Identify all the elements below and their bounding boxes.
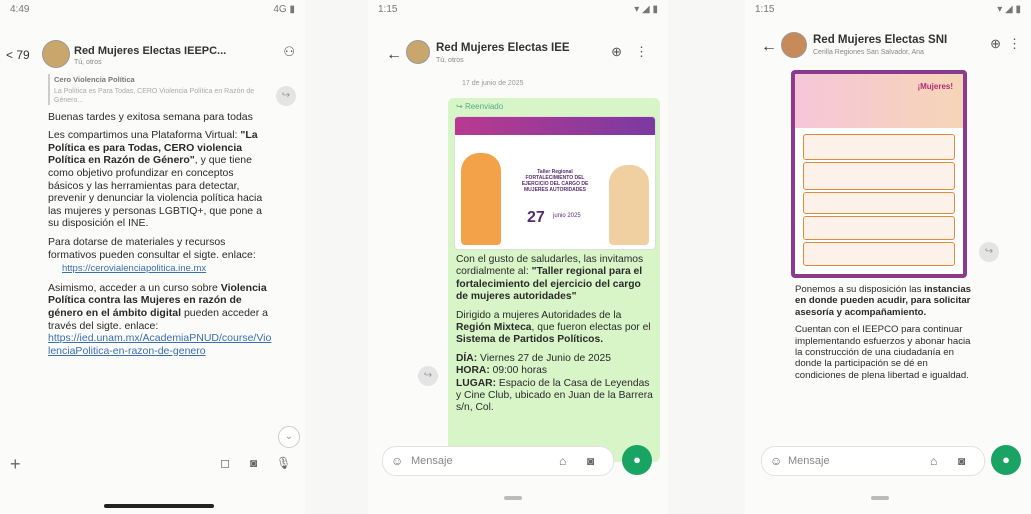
add-attachment-icon[interactable]: +: [10, 454, 21, 475]
message-bubble[interactable]: Cero Violencia Política La Política es P…: [48, 74, 272, 363]
more-options-icon[interactable]: ⋮: [635, 44, 648, 60]
back-arrow-icon[interactable]: ←: [761, 38, 777, 56]
chat-title[interactable]: Red Mujeres Electas IEEPC...: [74, 45, 226, 57]
status-icons: ▾ ◢ ▮: [997, 4, 1021, 15]
status-bar: 4:49 4G ▮: [10, 4, 295, 18]
camera-icon[interactable]: ◙: [958, 454, 965, 468]
quoted-title: Cero Violencia Política: [54, 75, 135, 84]
message-bubble[interactable]: ↪ Reenviado Taller Regional FORTALECIMIE…: [448, 98, 660, 462]
emoji-icon[interactable]: ☺: [391, 454, 403, 468]
poster-girl-left: [461, 153, 501, 245]
add-participant-icon[interactable]: ⊕: [611, 44, 622, 60]
message-text[interactable]: Ponemos a su disposición las instancias …: [795, 284, 971, 387]
home-indicator: [104, 504, 214, 508]
attach-icon[interactable]: ⌂: [930, 454, 937, 468]
message-text: Con el gusto de saludarles, las invitamo…: [456, 254, 654, 415]
group-avatar[interactable]: [42, 40, 70, 68]
chat-screen-3: 1:15 ▾ ◢ ▮ ← Red Mujeres Electas SNI Cer…: [745, 0, 1031, 514]
message-input[interactable]: ☺ Mensaje ⌂ ◙: [382, 446, 614, 476]
link-2[interactable]: https://ied.unam.mx/AcademiaPNUD/course/…: [48, 332, 271, 357]
event-poster-image[interactable]: Taller Regional FORTALECIMIENTO DEL EJER…: [454, 116, 656, 250]
status-bar: 1:15 ▾ ◢ ▮: [378, 4, 658, 18]
home-indicator: [504, 496, 522, 500]
poster-row: [803, 242, 955, 266]
more-options-icon[interactable]: ⋮: [1008, 36, 1021, 52]
date-chip: 17 de junio de 2025: [462, 80, 524, 87]
status-bar: 1:15 ▾ ◢ ▮: [755, 4, 1021, 18]
paragraph-1: Ponemos a su disposición las instancias …: [795, 284, 971, 318]
chat-subtitle: Tú, otros: [436, 57, 464, 64]
paragraph-2: Para dotarse de materiales y recursos fo…: [48, 235, 256, 261]
status-time: 4:49: [10, 4, 30, 15]
group-avatar[interactable]: [406, 40, 430, 64]
message-placeholder: Mensaje: [411, 455, 453, 467]
chat-subtitle: Cerilla Regiones San Salvador, Ana: [813, 49, 924, 56]
resources-poster-image[interactable]: ¡Mujeres!: [791, 70, 967, 278]
input-row: + ◻ ◙ 🎙: [10, 452, 295, 476]
input-bar: ☺ Mensaje ⌂ ◙ ●: [382, 445, 656, 476]
poster-girl-right: [609, 165, 649, 245]
forward-icon[interactable]: ↪: [979, 242, 999, 262]
chat-header: < 79 Red Mujeres Electas IEEPC... Tú, ot…: [6, 38, 299, 72]
poster-title: Taller Regional FORTALECIMIENTO DEL EJER…: [521, 169, 589, 193]
quoted-text: La Política es Para Todas, CERO Violenci…: [54, 87, 255, 104]
back-button[interactable]: < 79: [6, 48, 30, 62]
paragraph-3: Asimismo, acceder a un curso sobre Viole…: [48, 281, 272, 357]
camera-icon[interactable]: ◙: [250, 456, 257, 470]
chat-subtitle: Tú, otros: [74, 59, 102, 66]
group-avatar[interactable]: [781, 32, 807, 58]
mic-button[interactable]: ●: [991, 445, 1021, 475]
poster-row: [803, 134, 955, 160]
mic-button[interactable]: ●: [622, 445, 652, 475]
link-1[interactable]: https://cerovialenciapolitica.ine.mx: [48, 263, 272, 276]
chat-screen-2: 1:15 ▾ ◢ ▮ ← Red Mujeres Electas IEE Tú,…: [368, 0, 668, 514]
forward-icon[interactable]: ↪: [276, 86, 296, 106]
poster-title: ¡Mujeres!: [917, 82, 953, 91]
paragraph-2: Dirigido a mujeres Autoridades de la Reg…: [456, 309, 651, 346]
home-indicator: [871, 496, 889, 500]
poster-row: [803, 162, 955, 190]
add-participant-icon[interactable]: ⚇: [283, 44, 295, 60]
emoji-icon[interactable]: ☺: [770, 454, 782, 468]
add-participant-icon[interactable]: ⊕: [990, 36, 1001, 52]
greeting-text: Buenas tardes y exitosa semana para toda…: [48, 110, 253, 123]
quoted-message[interactable]: Cero Violencia Política La Política es P…: [48, 74, 272, 105]
forward-icon[interactable]: ↪: [418, 366, 438, 386]
chat-header: ← Red Mujeres Electas IEE Tú, otros ⊕ ⋮: [374, 38, 662, 72]
paragraph-1: Les compartimos una Plataforma Virtual: …: [48, 129, 263, 230]
chat-screen-1: 4:49 4G ▮ < 79 Red Mujeres Electas IEEPC…: [0, 0, 305, 514]
poster-date: 27: [527, 209, 545, 226]
input-bar: ☺ Mensaje ⌂ ◙ ●: [761, 445, 1021, 476]
paragraph-3: DÍA: Viernes 27 de Junio de 2025 HORA: 09…: [456, 352, 653, 414]
message-placeholder: Mensaje: [788, 455, 830, 467]
poster-row: [803, 192, 955, 214]
paragraph-1: Con el gusto de saludarles, las invitamo…: [456, 254, 644, 303]
chat-header: ← Red Mujeres Electas SNI Cerilla Region…: [751, 30, 1025, 64]
status-time: 1:15: [755, 4, 775, 15]
status-time: 1:15: [378, 4, 398, 15]
back-arrow-icon[interactable]: ←: [386, 46, 402, 64]
mic-icon[interactable]: 🎙: [276, 456, 291, 470]
sticker-icon[interactable]: ◻: [220, 456, 230, 470]
chat-title[interactable]: Red Mujeres Electas IEE: [436, 42, 570, 54]
message-input[interactable]: ☺ Mensaje ⌂ ◙: [761, 446, 985, 476]
poster-row: [803, 216, 955, 240]
poster-banner: [455, 117, 655, 135]
forwarded-label: ↪ Reenviado: [456, 102, 504, 111]
camera-icon[interactable]: ◙: [587, 454, 594, 468]
scroll-down-icon[interactable]: ⌄: [278, 426, 300, 448]
status-signal: 4G ▮: [273, 4, 295, 15]
status-icons: ▾ ◢ ▮: [634, 4, 658, 15]
attach-icon[interactable]: ⌂: [559, 454, 566, 468]
chat-title[interactable]: Red Mujeres Electas SNI: [813, 34, 947, 46]
paragraph-2: Cuentan con el IEEPCO para continuar imp…: [795, 324, 971, 381]
poster-month: junio 2025: [553, 213, 581, 219]
